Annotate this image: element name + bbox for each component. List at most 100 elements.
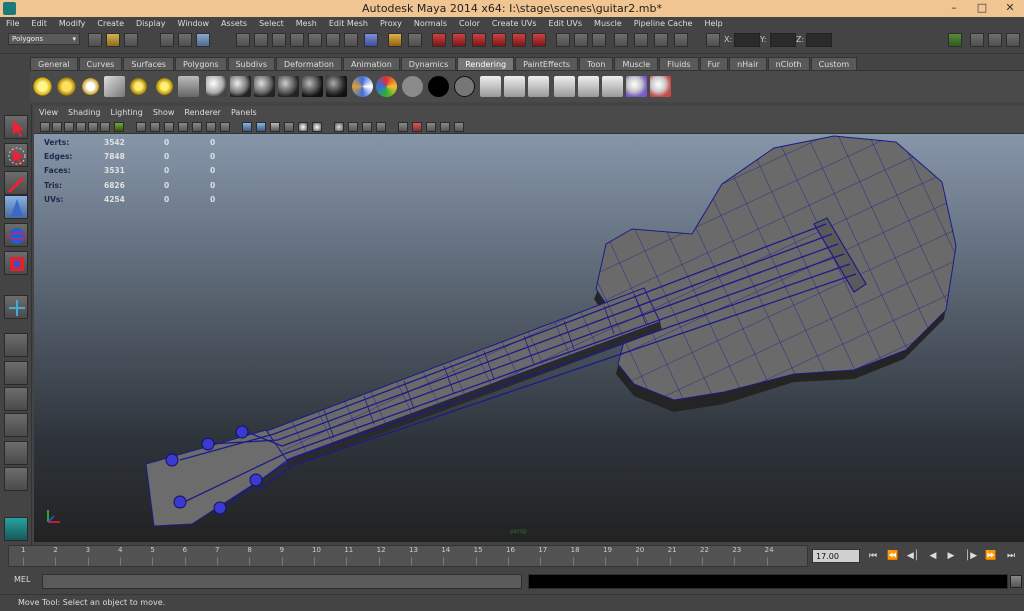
shelf-tab-polygons[interactable]: Polygons xyxy=(174,57,227,70)
menu-window[interactable]: Window xyxy=(172,17,216,30)
menu-muscle[interactable]: Muscle xyxy=(588,17,628,30)
hair-tube-shader-icon[interactable] xyxy=(454,76,475,97)
show-manipulator-icon[interactable] xyxy=(4,295,28,319)
snap-point-icon[interactable] xyxy=(472,33,486,47)
history-icon[interactable] xyxy=(532,33,546,47)
ramp-shader-icon[interactable] xyxy=(352,76,373,97)
menu-edit[interactable]: Edit xyxy=(25,17,53,30)
select-object-icon[interactable] xyxy=(178,33,192,47)
highlight-selection-icon[interactable] xyxy=(408,33,422,47)
play-forwards-button[interactable]: ▶ xyxy=(944,550,958,563)
pick-mask-icon[interactable] xyxy=(236,33,250,47)
script-editor-icon[interactable] xyxy=(1010,575,1022,588)
menu-pipeline-cache[interactable]: Pipeline Cache xyxy=(628,17,699,30)
input-line-icon-2[interactable] xyxy=(634,33,648,47)
tool-settings-icon[interactable] xyxy=(988,33,1002,47)
toggle-sidebar-icon[interactable] xyxy=(948,33,962,47)
help-icon[interactable] xyxy=(364,33,378,47)
snap-curve-icon[interactable] xyxy=(452,33,466,47)
shelf-tab-toon[interactable]: Toon xyxy=(579,57,614,70)
shelf-tab-muscle[interactable]: Muscle xyxy=(614,57,659,70)
shading-map-icon[interactable] xyxy=(376,76,397,97)
blinn-shader-icon[interactable] xyxy=(230,76,251,97)
ambient-light-icon[interactable] xyxy=(154,76,175,97)
guitar-mesh[interactable] xyxy=(34,134,1024,542)
paint-tool-icon[interactable] xyxy=(650,76,671,97)
shelf-tab-rendering[interactable]: Rendering xyxy=(457,57,515,70)
move-tool-icon[interactable] xyxy=(4,195,28,219)
panel-menu-view[interactable]: View xyxy=(34,106,63,120)
shelf-tab-dynamics[interactable]: Dynamics xyxy=(400,57,457,70)
area-light-icon[interactable] xyxy=(104,76,125,97)
mel-label[interactable]: MEL xyxy=(14,575,30,584)
layout-four-icon[interactable] xyxy=(4,361,28,385)
panel-menu-lighting[interactable]: Lighting xyxy=(105,106,147,120)
shelf-tab-deformation[interactable]: Deformation xyxy=(276,57,342,70)
select-component-icon[interactable] xyxy=(196,33,210,47)
wireframe-on-shaded-icon[interactable] xyxy=(270,122,280,132)
shelf-tab-ncloth[interactable]: nCloth xyxy=(767,57,810,70)
smooth-shade-icon[interactable] xyxy=(256,122,266,132)
resolution-gate-icon[interactable] xyxy=(114,122,124,132)
open-scene-icon[interactable] xyxy=(106,33,120,47)
ipr-render-icon[interactable] xyxy=(574,33,588,47)
menu-display[interactable]: Display xyxy=(130,17,172,30)
snap-view-plane-icon[interactable] xyxy=(492,33,506,47)
anti-aliasing-icon[interactable] xyxy=(376,122,386,132)
lambert-shader-icon[interactable] xyxy=(206,76,227,97)
shelf-tab-subdivs[interactable]: Subdivs xyxy=(227,57,276,70)
motion-blur-icon[interactable] xyxy=(362,122,372,132)
lock-selection-icon[interactable] xyxy=(388,33,402,47)
text-icon[interactable] xyxy=(220,122,230,132)
input-line-icon[interactable] xyxy=(614,33,628,47)
layout-persp-graph-icon[interactable] xyxy=(4,413,28,437)
time-slider[interactable]: 1 2 3 4 5 6 7 8 9 10 11 12 13 14 15 16 17 18 19 20 21 22 23 24 xyxy=(8,545,808,567)
phong-shader-icon[interactable] xyxy=(254,76,275,97)
current-time-field[interactable]: 17.00 xyxy=(812,549,860,563)
anisotropic-shader-icon[interactable] xyxy=(302,76,323,97)
pick-mask-icon-2[interactable] xyxy=(254,33,268,47)
step-back-key-button[interactable]: ⏪ xyxy=(886,550,900,563)
ipr-render-current-icon[interactable] xyxy=(504,76,525,97)
shelf-tab-general[interactable]: General xyxy=(30,57,78,70)
play-backwards-button[interactable]: ◀ xyxy=(926,550,940,563)
pick-mask-icon-3[interactable] xyxy=(272,33,286,47)
panel-menu-show[interactable]: Show xyxy=(148,106,180,120)
shelf-tab-curves[interactable]: Curves xyxy=(78,57,123,70)
render-current-frame-icon[interactable] xyxy=(480,76,501,97)
maximize-button[interactable]: □ xyxy=(972,1,992,15)
pick-mask-icon-5[interactable] xyxy=(308,33,322,47)
ambient-occlusion-icon[interactable] xyxy=(348,122,358,132)
xray-active-icon[interactable] xyxy=(440,122,450,132)
save-scene-icon[interactable] xyxy=(124,33,138,47)
menu-create[interactable]: Create xyxy=(91,17,130,30)
render-settings-icon[interactable] xyxy=(592,33,606,47)
new-scene-icon[interactable] xyxy=(88,33,102,47)
depth-of-field-icon[interactable] xyxy=(398,122,408,132)
menu-file[interactable]: File xyxy=(0,17,25,30)
minimize-button[interactable]: – xyxy=(944,1,964,15)
xray-icon[interactable] xyxy=(192,122,202,132)
wireframe-icon[interactable] xyxy=(242,122,252,132)
step-back-frame-button[interactable]: ◀│ xyxy=(906,550,920,563)
menu-create-uvs[interactable]: Create UVs xyxy=(486,17,543,30)
hypershade-icon[interactable] xyxy=(578,76,599,97)
menu-set-dropdown[interactable]: Polygons ▾ xyxy=(8,33,80,45)
menu-modify[interactable]: Modify xyxy=(53,17,92,30)
point-light-icon[interactable] xyxy=(32,76,53,97)
layered-shader-icon[interactable] xyxy=(326,76,347,97)
channel-box-icon[interactable] xyxy=(1006,33,1020,47)
menu-proxy[interactable]: Proxy xyxy=(374,17,408,30)
pick-mask-icon-4[interactable] xyxy=(290,33,304,47)
rotate-tool-icon[interactable] xyxy=(4,223,28,247)
safe-title-icon[interactable] xyxy=(178,122,188,132)
shelf-tab-painteffects[interactable]: PaintEffects xyxy=(515,57,579,70)
shelf-tab-surfaces[interactable]: Surfaces xyxy=(123,57,174,70)
menu-color[interactable]: Color xyxy=(453,17,486,30)
menu-edit-uvs[interactable]: Edit UVs xyxy=(543,17,589,30)
layout-single-icon[interactable] xyxy=(4,333,28,357)
lasso-tool-icon[interactable] xyxy=(4,143,28,167)
spot-light-icon[interactable] xyxy=(80,76,101,97)
shadows-icon[interactable] xyxy=(312,122,322,132)
input-line-icon-4[interactable] xyxy=(674,33,688,47)
